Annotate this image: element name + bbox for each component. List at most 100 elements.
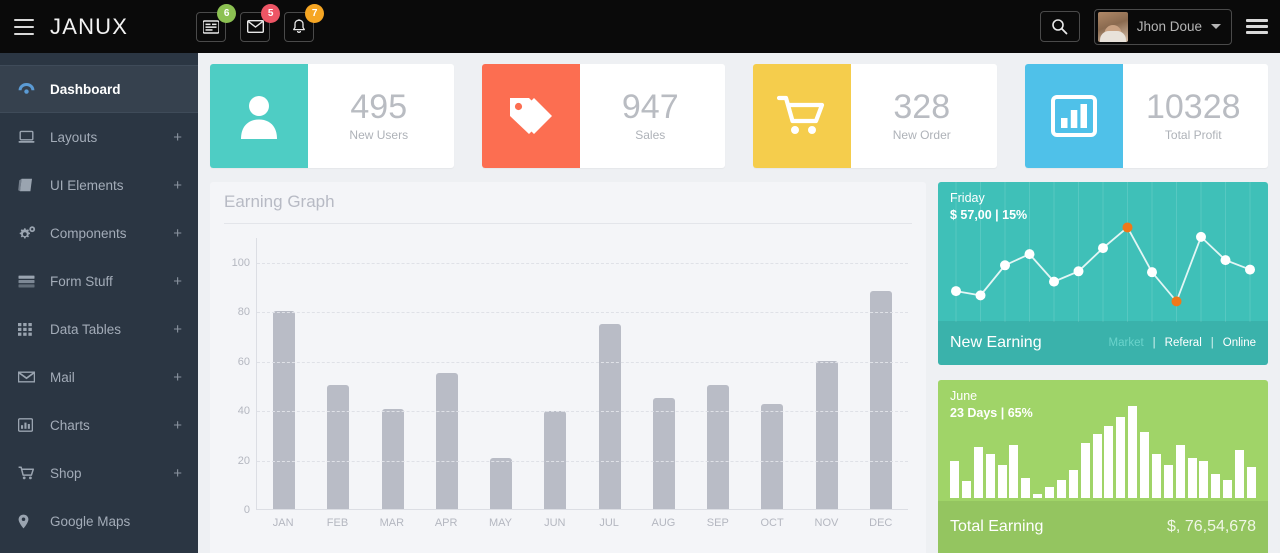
total-earning-title: Total Earning bbox=[950, 518, 1044, 535]
line-point[interactable] bbox=[1073, 266, 1084, 277]
line-point[interactable] bbox=[1245, 264, 1255, 275]
bar[interactable] bbox=[815, 360, 838, 509]
right-panel-toggle-icon[interactable] bbox=[1246, 19, 1268, 34]
stat-value: 10328 bbox=[1145, 88, 1241, 127]
stat-card-sales[interactable]: 947 Sales bbox=[481, 64, 725, 168]
mini-bar[interactable] bbox=[1175, 444, 1185, 498]
mini-bar[interactable] bbox=[1163, 464, 1173, 498]
new-earning-line-chart bbox=[951, 182, 1255, 322]
bar[interactable] bbox=[598, 323, 621, 509]
sidebar-expand-icon[interactable]: + bbox=[173, 322, 182, 337]
bar[interactable] bbox=[761, 403, 784, 509]
new-earning-card[interactable]: Friday $ 57,00 | 15% New Earning Market … bbox=[938, 182, 1268, 365]
mini-bar[interactable] bbox=[1187, 457, 1197, 498]
mini-bar[interactable] bbox=[1140, 431, 1149, 498]
sidebar-expand-icon[interactable]: + bbox=[173, 130, 182, 145]
mini-bar[interactable] bbox=[1116, 417, 1126, 498]
user-menu[interactable]: Jhon Doue bbox=[1093, 8, 1232, 45]
mini-bar[interactable] bbox=[1104, 426, 1114, 498]
sidebar-item-label: Google Maps bbox=[50, 513, 131, 529]
bar[interactable] bbox=[490, 458, 513, 509]
stat-card-new-users[interactable]: 495 New Users bbox=[210, 64, 454, 168]
bar[interactable] bbox=[869, 291, 892, 509]
legend-separator: | bbox=[1210, 337, 1214, 349]
mini-bar[interactable] bbox=[997, 464, 1007, 498]
mini-bar[interactable] bbox=[1080, 442, 1090, 498]
sidebar-item-ui-elements[interactable]: UI Elements + bbox=[0, 161, 198, 209]
sidebar-expand-icon[interactable]: + bbox=[173, 226, 182, 241]
line-point[interactable] bbox=[1000, 260, 1010, 271]
mini-bar[interactable] bbox=[1033, 494, 1043, 498]
brand-logo[interactable]: JANUX bbox=[50, 14, 128, 40]
line-point[interactable] bbox=[1049, 276, 1059, 287]
mini-bar[interactable] bbox=[1235, 450, 1244, 498]
mini-bar[interactable] bbox=[1068, 470, 1078, 498]
sidebar-item-charts[interactable]: Charts + bbox=[0, 401, 198, 449]
line-point-highlight[interactable] bbox=[1122, 222, 1133, 233]
avatar bbox=[1097, 11, 1128, 42]
sidebar-item-components[interactable]: Components + bbox=[0, 209, 198, 257]
mini-bar[interactable] bbox=[1092, 433, 1102, 498]
stat-icon-wrap bbox=[753, 64, 851, 168]
mini-bar[interactable] bbox=[1009, 444, 1019, 498]
bar[interactable] bbox=[381, 408, 404, 509]
stat-label: New Users bbox=[349, 127, 409, 142]
sidebar-expand-icon[interactable]: + bbox=[173, 370, 182, 385]
line-point[interactable] bbox=[951, 286, 961, 297]
bar-series bbox=[257, 238, 908, 509]
search-button[interactable] bbox=[1039, 11, 1080, 42]
mini-bar[interactable] bbox=[1211, 474, 1221, 498]
stat-card-new-order[interactable]: 328 New Order bbox=[753, 64, 997, 168]
sidebar-item-dashboard[interactable]: Dashboard bbox=[0, 65, 198, 113]
mini-bar[interactable] bbox=[1056, 479, 1066, 498]
line-point[interactable] bbox=[975, 290, 986, 301]
top-header: JANUX 6 5 7 Jhon Doue bbox=[0, 0, 1280, 53]
mini-bar[interactable] bbox=[973, 447, 983, 498]
sidebar-item-data-tables[interactable]: Data Tables + bbox=[0, 305, 198, 353]
stat-card-total-profit[interactable]: 10328 Total Profit bbox=[1024, 64, 1269, 168]
mini-bar[interactable] bbox=[1045, 486, 1054, 498]
legend-item-market[interactable]: Market bbox=[1109, 337, 1144, 349]
legend-item-referal[interactable]: Referal bbox=[1165, 337, 1202, 349]
legend-item-online[interactable]: Online bbox=[1223, 337, 1256, 349]
mini-bar[interactable] bbox=[961, 481, 971, 498]
line-point[interactable] bbox=[1220, 255, 1231, 266]
sidebar-item-layouts[interactable]: Layouts + bbox=[0, 113, 198, 161]
sidebar-expand-icon[interactable]: + bbox=[173, 418, 182, 433]
stat-body: 10328 Total Profit bbox=[1123, 64, 1269, 168]
x-axis-labels: JAN FEB MAR APR MAY JUN JUL AUG SEP OCT NOV DEC bbox=[256, 517, 908, 529]
mini-bar[interactable] bbox=[1246, 466, 1256, 498]
line-point[interactable] bbox=[1196, 231, 1206, 242]
bar-chart-icon bbox=[1050, 95, 1097, 137]
stat-value: 947 bbox=[621, 88, 679, 127]
sidebar-item-mail[interactable]: Mail + bbox=[0, 353, 198, 401]
bar[interactable] bbox=[435, 373, 458, 509]
tasks-button[interactable]: 6 bbox=[196, 3, 237, 42]
line-point-highlight[interactable] bbox=[1171, 296, 1182, 307]
alerts-button[interactable]: 7 bbox=[284, 3, 325, 42]
sidebar-expand-icon[interactable]: + bbox=[173, 466, 182, 481]
sidebar-toggle-icon[interactable] bbox=[14, 18, 34, 35]
total-earning-card[interactable]: June 23 Days | 65% Total Earning $, 76,5… bbox=[938, 380, 1268, 553]
mini-bar[interactable] bbox=[1151, 453, 1161, 498]
line-point[interactable] bbox=[1024, 249, 1035, 260]
notification-group: 6 5 7 bbox=[196, 3, 325, 42]
line-point[interactable] bbox=[1098, 243, 1108, 254]
mini-bar[interactable] bbox=[1128, 406, 1138, 498]
x-axis-label: OCT bbox=[760, 517, 784, 529]
bar[interactable] bbox=[652, 397, 675, 509]
sidebar-expand-icon[interactable]: + bbox=[173, 274, 182, 289]
mini-bar[interactable] bbox=[1199, 461, 1209, 498]
bar[interactable] bbox=[327, 385, 350, 509]
mini-bar[interactable] bbox=[985, 453, 995, 498]
messages-button[interactable]: 5 bbox=[240, 3, 281, 42]
mini-bar[interactable] bbox=[950, 461, 959, 498]
sidebar-item-shop[interactable]: Shop + bbox=[0, 449, 198, 497]
sidebar-expand-icon[interactable]: + bbox=[173, 178, 182, 193]
bar[interactable] bbox=[707, 385, 730, 509]
line-point[interactable] bbox=[1147, 267, 1157, 278]
sidebar-item-google-maps[interactable]: Google Maps bbox=[0, 497, 198, 545]
mini-bar[interactable] bbox=[1223, 479, 1233, 498]
sidebar-item-form-stuff[interactable]: Form Stuff + bbox=[0, 257, 198, 305]
mini-bar[interactable] bbox=[1021, 477, 1031, 498]
